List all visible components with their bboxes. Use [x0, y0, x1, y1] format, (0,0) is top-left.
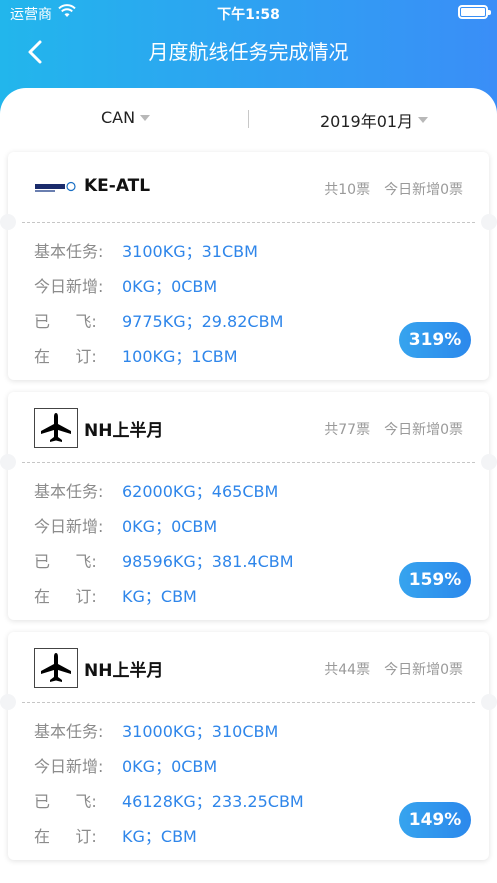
month-filter-label: 2019年01月	[320, 112, 414, 131]
total-tickets: 共77票	[324, 422, 371, 438]
status-time: 下午1:58	[217, 7, 280, 23]
total-tickets: 共10票	[324, 182, 371, 198]
page-title: 月度航线任务完成情况	[148, 40, 349, 64]
basic-task-label: 基本任务:	[34, 241, 104, 261]
basic-task-value: 31000KG；310CBM	[122, 721, 279, 741]
chevron-down-icon	[140, 114, 151, 121]
ticket-counts: 共44票 今日新增0票	[324, 659, 463, 679]
booked-value: KG；CBM	[122, 826, 197, 846]
today-new-value: 0KG；0CBM	[122, 756, 218, 776]
basic-task-value: 62000KG；465CBM	[122, 481, 279, 501]
route-name: NH上半月	[84, 661, 164, 681]
booked-label: 在 订:	[34, 346, 97, 366]
content-panel: CAN 2019年01月 KE-ATL 共10票 今日新增0票 基本任务: 31…	[0, 88, 497, 883]
battery-icon	[458, 5, 491, 19]
completion-badge: 149%	[399, 802, 471, 838]
completion-badge: 159%	[399, 562, 471, 598]
divider	[22, 702, 475, 703]
today-new-tickets: 今日新增0票	[384, 662, 463, 678]
flown-value: 46128KG；233.25CBM	[122, 791, 304, 811]
today-new-value: 0KG；0CBM	[122, 516, 218, 536]
airplane-icon	[34, 648, 78, 688]
filter-divider	[248, 110, 249, 128]
booked-label: 在 订:	[34, 586, 97, 606]
total-tickets: 共44票	[324, 662, 371, 678]
today-new-label: 今日新增:	[34, 756, 104, 776]
route-name: KE-ATL	[84, 176, 151, 196]
route-task-card[interactable]: KE-ATL 共10票 今日新增0票 基本任务: 3100KG；31CBM 今日新增…	[0, 152, 497, 380]
flown-value: 9775KG；29.82CBM	[122, 311, 284, 331]
flown-label: 已 飞:	[34, 551, 97, 571]
booked-value: KG；CBM	[122, 586, 197, 606]
korean-air-logo	[34, 168, 78, 208]
today-new-label: 今日新增:	[34, 276, 104, 296]
divider	[22, 222, 475, 223]
booked-value: 100KG；1CBM	[122, 346, 238, 366]
route-task-card[interactable]: NH上半月 共77票 今日新增0票 基本任务: 62000KG；465CBM 今日新…	[0, 392, 497, 620]
filter-bar: CAN 2019年01月	[0, 88, 497, 150]
today-new-tickets: 今日新增0票	[384, 422, 463, 438]
today-new-label: 今日新增:	[34, 516, 104, 536]
flown-label: 已 飞:	[34, 311, 97, 331]
divider	[22, 462, 475, 463]
route-task-card[interactable]: NH上半月 共44票 今日新增0票 基本任务: 31000KG；310CBM 今日新…	[0, 632, 497, 860]
flown-value: 98596KG；381.4CBM	[122, 551, 294, 571]
chevron-down-icon	[418, 117, 429, 123]
completion-badge: 319%	[399, 322, 471, 358]
month-filter[interactable]: 2019年01月	[320, 108, 429, 132]
flown-label: 已 飞:	[34, 791, 97, 811]
today-new-tickets: 今日新增0票	[384, 182, 463, 198]
route-name: NH上半月	[84, 421, 164, 441]
today-new-value: 0KG；0CBM	[122, 276, 218, 296]
ticket-counts: 共10票 今日新增0票	[324, 179, 463, 199]
airport-filter-label: CAN	[101, 108, 136, 127]
status-bar: 运营商 下午1:58	[0, 0, 497, 26]
basic-task-label: 基本任务:	[34, 721, 104, 741]
airplane-icon	[34, 408, 78, 448]
basic-task-value: 3100KG；31CBM	[122, 241, 258, 261]
basic-task-label: 基本任务:	[34, 481, 104, 501]
booked-label: 在 订:	[34, 826, 97, 846]
ticket-counts: 共77票 今日新增0票	[324, 419, 463, 439]
route-task-list: KE-ATL 共10票 今日新增0票 基本任务: 3100KG；31CBM 今日新增…	[0, 152, 497, 872]
airport-filter[interactable]: CAN	[101, 108, 151, 127]
